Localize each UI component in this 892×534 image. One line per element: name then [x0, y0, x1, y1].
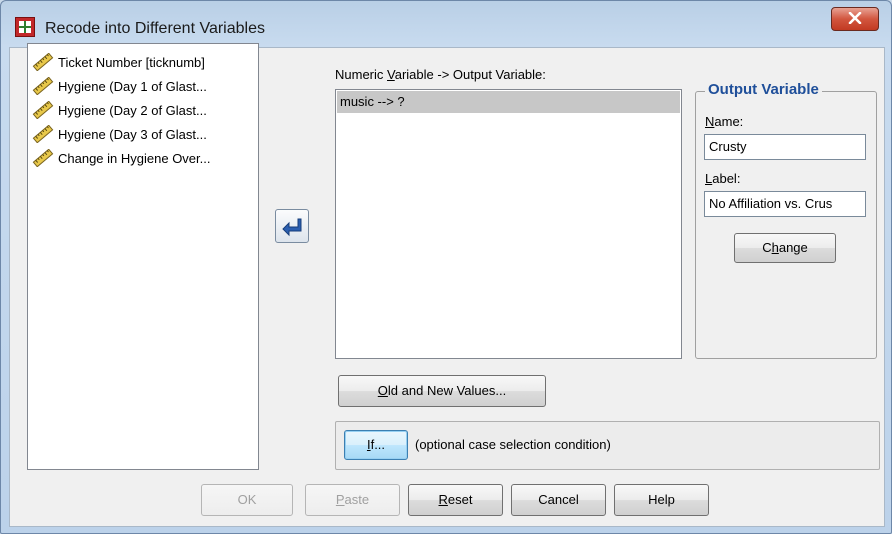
scale-ruler-icon [32, 53, 54, 71]
list-item[interactable]: Hygiene (Day 1 of Glast... [32, 76, 207, 96]
old-and-new-values-button[interactable]: Old and New Values... [338, 375, 546, 407]
list-item[interactable]: music --> ? [337, 91, 680, 113]
mapping-list-label: Numeric Variable -> Output Variable: [335, 67, 546, 82]
reset-button[interactable]: Reset [408, 484, 503, 516]
scale-ruler-icon [32, 77, 54, 95]
if-button[interactable]: If... [344, 430, 408, 460]
label-field[interactable]: No Affiliation vs. Crus [704, 191, 866, 217]
variable-mapping-list[interactable]: music --> ? [335, 89, 682, 359]
variable-label: Ticket Number [ticknumb] [58, 54, 205, 70]
title-bar[interactable]: Recode into Different Variables [1, 1, 891, 47]
source-variable-list[interactable]: Ticket Number [ticknumb] Hygiene (Day 1 … [27, 43, 259, 470]
close-button[interactable] [831, 7, 879, 31]
list-item[interactable]: Hygiene (Day 2 of Glast... [32, 100, 207, 120]
list-item[interactable]: Ticket Number [ticknumb] [32, 52, 205, 72]
variable-label: Change in Hygiene Over... [58, 150, 211, 166]
window-title: Recode into Different Variables [45, 20, 265, 37]
paste-button[interactable]: Paste [305, 484, 400, 516]
list-item[interactable]: Hygiene (Day 3 of Glast... [32, 124, 207, 144]
output-variable-title: Output Variable [705, 81, 822, 98]
scale-ruler-icon [32, 101, 54, 119]
spss-recode-icon [15, 17, 35, 37]
close-icon [848, 12, 862, 24]
name-label: Name: [705, 114, 744, 129]
if-note: (optional case selection condition) [415, 437, 611, 452]
change-button[interactable]: Change [734, 233, 836, 263]
output-variable-group [695, 91, 877, 359]
ok-button[interactable]: OK [201, 484, 293, 516]
name-field[interactable]: Crusty [704, 134, 866, 160]
arrow-left-icon [282, 218, 302, 237]
label-label: Label: [705, 171, 741, 186]
scale-ruler-icon [32, 149, 54, 167]
move-variable-button[interactable] [275, 209, 309, 243]
dialog-window: Recode into Different Variables Ticket N… [0, 0, 892, 534]
cancel-button[interactable]: Cancel [511, 484, 606, 516]
list-item[interactable]: Change in Hygiene Over... [32, 148, 210, 168]
variable-label: Hygiene (Day 2 of Glast... [58, 102, 207, 118]
help-button[interactable]: Help [614, 484, 709, 516]
variable-label: Hygiene (Day 1 of Glast... [58, 78, 207, 94]
scale-ruler-icon [32, 125, 54, 143]
variable-label: Hygiene (Day 3 of Glast... [58, 126, 207, 142]
